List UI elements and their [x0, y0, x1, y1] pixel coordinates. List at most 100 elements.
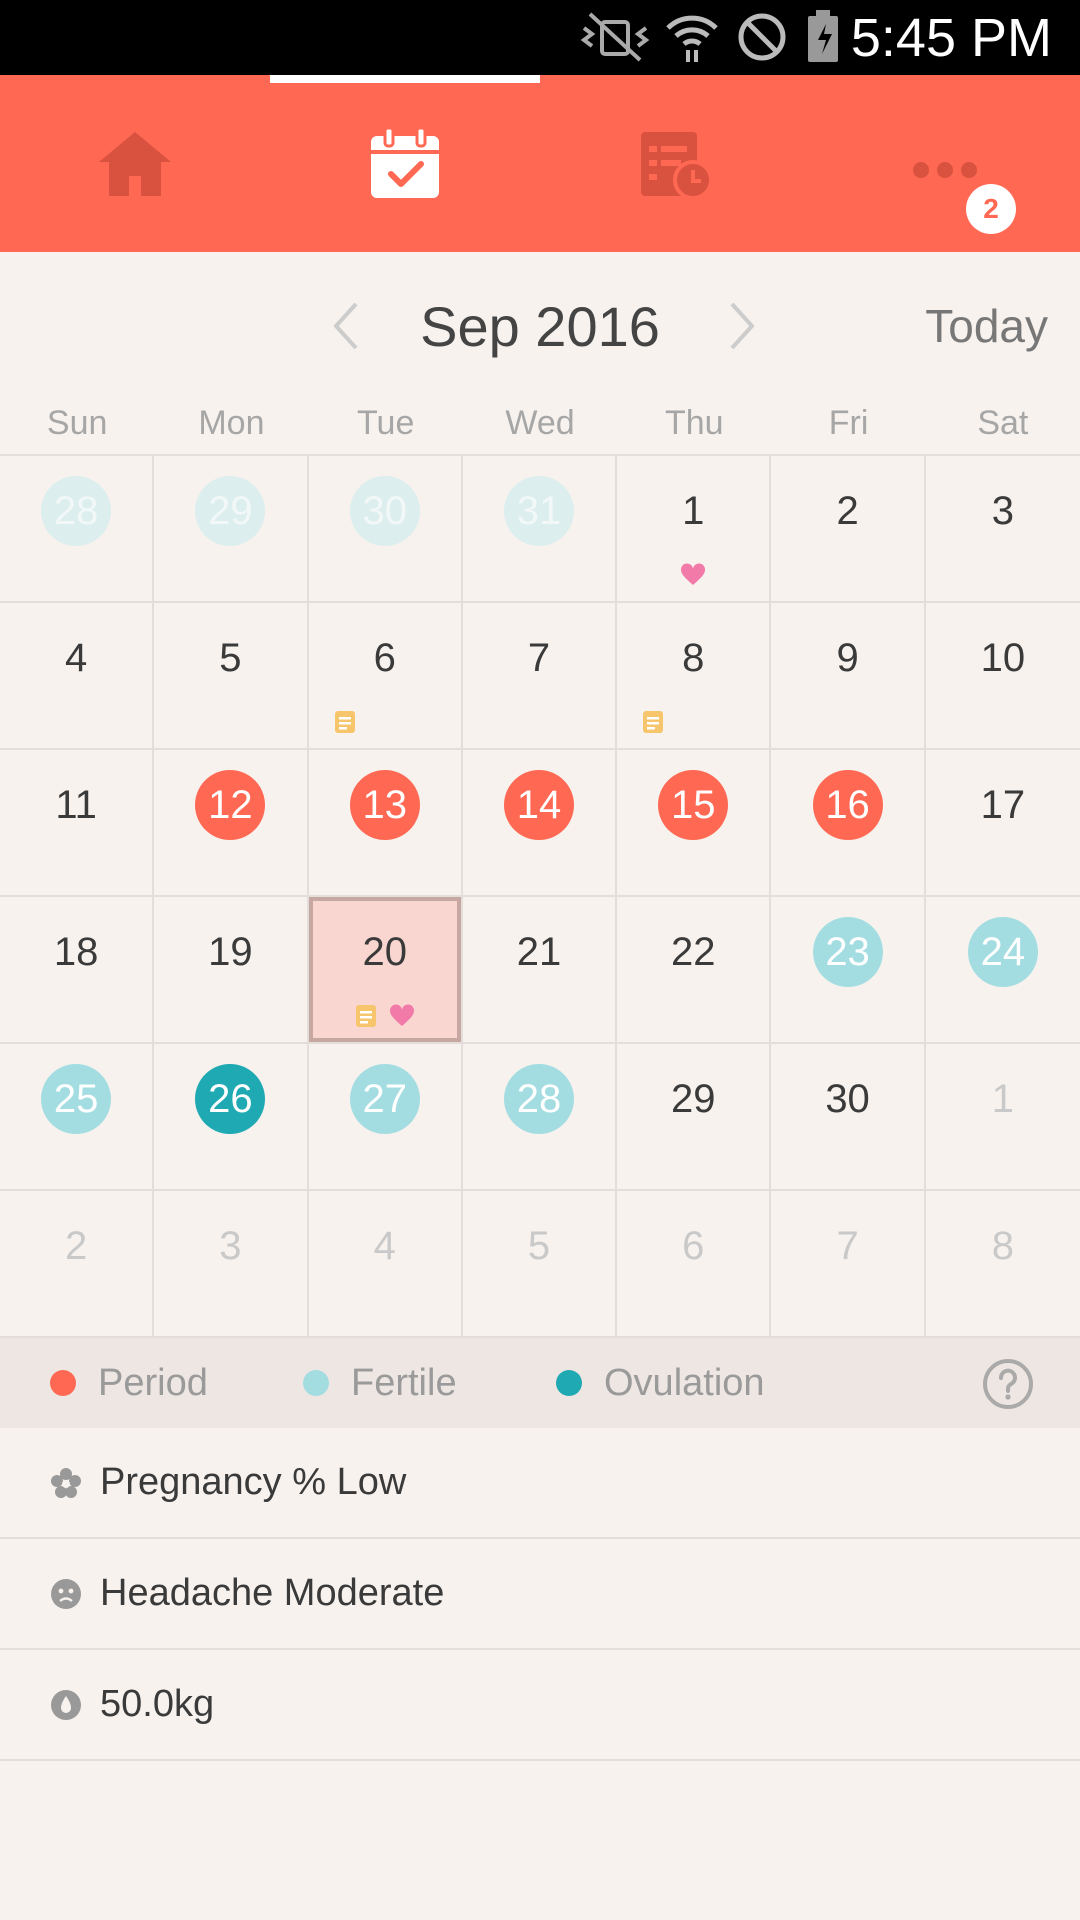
chevron-left-icon[interactable]	[318, 296, 378, 356]
calendar-day[interactable]: 13	[308, 750, 463, 897]
calendar-day[interactable]: 27	[308, 1044, 463, 1191]
day-number: 15	[658, 770, 729, 840]
tab-calendar[interactable]	[270, 75, 540, 252]
day-number: 28	[41, 476, 112, 546]
calendar-day[interactable]: 9	[771, 603, 926, 750]
calendar-day[interactable]: 1	[617, 456, 772, 603]
info-row-pregnancy[interactable]: Pregnancy % Low	[0, 1428, 1080, 1539]
calendar-day[interactable]: 3	[154, 1191, 309, 1338]
day-number: 2	[836, 489, 859, 533]
day-number: 4	[65, 636, 88, 680]
calendar-day[interactable]: 5	[154, 603, 309, 750]
calendar-day[interactable]: 28	[0, 456, 155, 603]
calendar-day[interactable]: 4	[308, 1191, 463, 1338]
weekday-label: Fri	[828, 404, 869, 442]
calendar-day[interactable]: 14	[462, 750, 618, 897]
day-number: 3	[219, 1224, 242, 1268]
info-row-weight[interactable]: 50.0kg	[0, 1650, 1080, 1761]
info-text: Pregnancy % Low	[100, 1461, 407, 1503]
help-icon[interactable]	[982, 1358, 1034, 1410]
month-title: Sep 2016	[420, 295, 660, 358]
today-button[interactable]: Today	[925, 296, 1048, 356]
chevron-right-icon[interactable]	[710, 296, 770, 356]
day-number: 12	[195, 770, 266, 840]
calendar-day[interactable]: 22	[617, 897, 772, 1044]
calendar-grid: 28 29 30 31 1 2 3 4 5 6 7 8 9 10 11 12 13 14 15 16 17 18 19 20 2…	[0, 454, 1080, 1338]
calendar-day[interactable]: 1	[925, 1044, 1080, 1191]
month-header: Sep 2016 Today	[0, 252, 1080, 402]
day-number: 21	[516, 930, 562, 974]
day-marks	[617, 710, 769, 736]
calendar-day[interactable]: 24	[925, 897, 1080, 1044]
day-number: 19	[208, 930, 253, 974]
calendar-day[interactable]: 21	[462, 897, 618, 1044]
calendar-day[interactable]: 18	[0, 897, 155, 1044]
calendar-day[interactable]: 12	[154, 750, 309, 897]
info-row-symptom[interactable]: Headache Moderate	[0, 1539, 1080, 1650]
calendar-day[interactable]: 6	[617, 1191, 772, 1338]
calendar-day[interactable]: 30	[308, 456, 463, 603]
note-icon	[334, 711, 355, 733]
calendar-day[interactable]: 17	[925, 750, 1080, 897]
day-number: 6	[373, 636, 396, 680]
day-number: 22	[671, 930, 716, 974]
calendar-day[interactable]: 28	[462, 1044, 618, 1191]
calendar-day[interactable]: 3	[925, 456, 1080, 603]
calendar-day[interactable]: 7	[462, 603, 618, 750]
info-text: Headache Moderate	[100, 1572, 445, 1614]
calendar-day[interactable]: 25	[0, 1044, 155, 1191]
day-number: 2	[65, 1224, 88, 1268]
day-number: 4	[373, 1224, 396, 1268]
home-icon	[99, 131, 171, 196]
calendar-day[interactable]: 6	[308, 603, 463, 750]
calendar-day[interactable]: 15	[617, 750, 772, 897]
day-number: 7	[836, 1224, 859, 1268]
face-icon	[51, 1578, 81, 1609]
calendar-check-icon	[371, 126, 439, 198]
calendar-day-selected[interactable]: 20	[308, 897, 463, 1044]
calendar-day[interactable]: 30	[771, 1044, 926, 1191]
weight-drop-icon	[51, 1689, 81, 1720]
legend-label: Ovulation	[604, 1361, 765, 1404]
day-number: 9	[836, 636, 859, 680]
calendar-day[interactable]: 11	[0, 750, 155, 897]
day-number: 28	[503, 1064, 574, 1134]
calendar-day[interactable]: 2	[771, 456, 926, 603]
day-number: 16	[812, 770, 883, 840]
tab-home[interactable]	[0, 75, 270, 252]
calendar-day[interactable]: 31	[462, 456, 618, 603]
calendar-day[interactable]: 23	[771, 897, 926, 1044]
calendar-day[interactable]: 19	[154, 897, 309, 1044]
day-number: 14	[503, 770, 574, 840]
tab-more[interactable]	[810, 75, 1080, 252]
calendar-day[interactable]: 4	[0, 603, 155, 750]
top-navigation: 2	[0, 75, 1080, 252]
calendar-day[interactable]: 8	[925, 1191, 1080, 1338]
legend-period: Period	[50, 1338, 208, 1428]
day-number: 1	[682, 489, 705, 533]
day-number: 25	[41, 1064, 112, 1134]
calendar-day[interactable]: 16	[771, 750, 926, 897]
day-number: 29	[671, 1077, 716, 1121]
weekday-label: Sat	[977, 404, 1029, 442]
day-number: 24	[967, 917, 1038, 987]
day-number: 31	[503, 476, 574, 546]
day-info-list: Pregnancy % Low Headache Moderate 50.0kg	[0, 1428, 1080, 1761]
day-number: 5	[527, 1224, 551, 1268]
day-number: 27	[349, 1064, 420, 1134]
day-number: 17	[980, 783, 1026, 827]
calendar-day[interactable]: 5	[462, 1191, 618, 1338]
calendar-day[interactable]: 2	[0, 1191, 155, 1338]
calendar-day[interactable]: 10	[925, 603, 1080, 750]
day-number: 13	[349, 770, 420, 840]
tab-history[interactable]	[540, 75, 810, 252]
calendar-day[interactable]: 7	[771, 1191, 926, 1338]
day-number: 6	[682, 1224, 705, 1268]
calendar-day[interactable]: 8	[617, 603, 772, 750]
day-number: 30	[349, 476, 420, 546]
calendar-day[interactable]: 29	[617, 1044, 772, 1191]
calendar-day[interactable]: 29	[154, 456, 309, 603]
calendar-day[interactable]: 26	[154, 1044, 309, 1191]
weekday-label: Mon	[198, 404, 265, 442]
day-marks	[309, 1004, 461, 1030]
